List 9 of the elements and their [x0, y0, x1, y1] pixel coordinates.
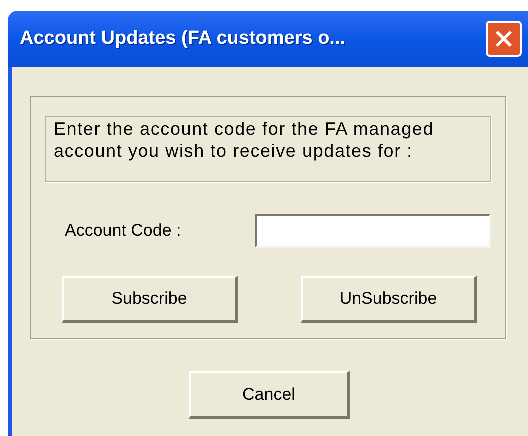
instructions-text: Enter the account code for the FA managed account you wish to receive updates for : [45, 116, 491, 182]
action-button[interactable]: UnSubscribe [301, 276, 477, 323]
close-button[interactable] [486, 21, 522, 57]
close-icon [494, 29, 514, 49]
account-code-label: Account Code : [65, 220, 182, 242]
account-code-field[interactable] [255, 214, 491, 248]
action-button[interactable]: Subscribe [62, 276, 238, 323]
window-title: Account Updates (FA customers o... [20, 26, 347, 51]
cancel-button[interactable]: Cancel [189, 371, 350, 419]
